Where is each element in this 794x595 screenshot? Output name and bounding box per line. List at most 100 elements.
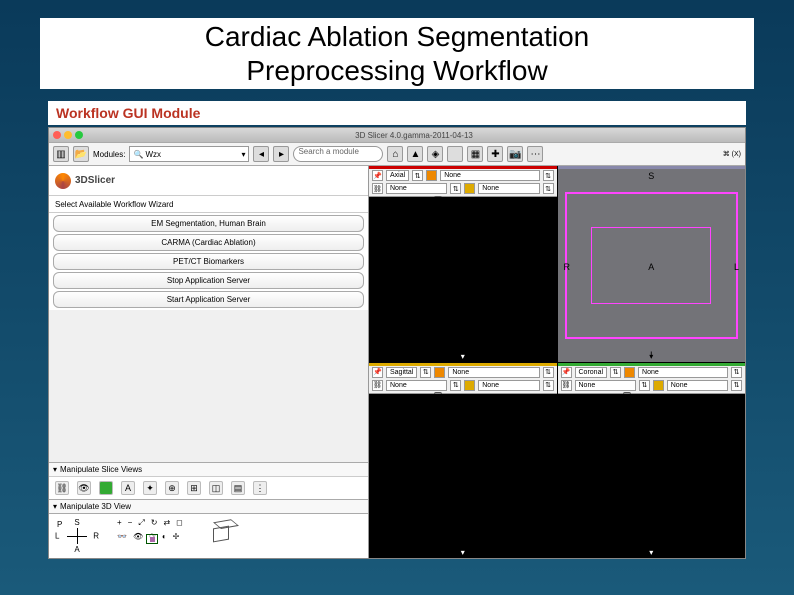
home-icon[interactable]: ⌂ — [387, 146, 403, 162]
modules-label: Modules: — [93, 150, 125, 159]
viewport-sagittal[interactable]: 📌 Sagittal ⇅ None ⇅ ⛓ None ⇅ No — [369, 363, 557, 559]
step-icon[interactable]: ⇅ — [420, 367, 431, 378]
fg-select[interactable]: None — [478, 183, 539, 194]
bg-select[interactable]: None — [575, 380, 636, 391]
bg-select[interactable]: None — [386, 380, 447, 391]
link-icon[interactable]: ⛓ — [55, 481, 69, 495]
visibility-icon[interactable]: 👁 — [133, 532, 143, 541]
link-icon[interactable]: ⛓ — [561, 380, 572, 391]
wizard-item-carma[interactable]: CARMA (Cardiac Ablation) — [53, 234, 364, 251]
label-layer-icon[interactable] — [434, 367, 445, 378]
plane-select[interactable]: Axial — [386, 170, 409, 181]
chevron-down-icon: ▾ — [53, 465, 57, 474]
label-l: L — [734, 262, 739, 272]
volume-icon[interactable]: ◈ — [427, 146, 443, 162]
lookfrom-icon[interactable]: ⤢ — [138, 518, 144, 528]
rotate-icon[interactable]: ↻ — [151, 518, 158, 528]
fg-select[interactable]: None — [478, 380, 539, 391]
link-icon[interactable]: ⛓ — [372, 380, 383, 391]
fit-icon[interactable]: ◫ — [209, 481, 223, 495]
zoom-in-icon[interactable]: + — [117, 518, 122, 528]
label-layer-icon[interactable] — [624, 367, 635, 378]
step-icon[interactable]: ⇅ — [543, 380, 554, 391]
chevron-down-icon[interactable]: ▾ — [649, 352, 653, 361]
models-icon[interactable]: ▲ — [407, 146, 423, 162]
step-icon[interactable]: ⇅ — [450, 380, 461, 391]
zoom-out-icon[interactable]: − — [128, 518, 133, 528]
plane-select[interactable]: Coronal — [575, 367, 608, 378]
spacing-icon[interactable]: ⋮ — [253, 481, 267, 495]
pin-icon[interactable]: 📌 — [372, 367, 383, 378]
step-icon[interactable]: ⇅ — [639, 380, 650, 391]
axes-icon[interactable]: ✢ — [173, 532, 180, 541]
step-icon[interactable]: ⇅ — [412, 170, 423, 181]
fg-select[interactable]: None — [667, 380, 728, 391]
orientation-compass[interactable]: S A L R P — [55, 518, 99, 554]
slide-title: Cardiac Ablation Segmentation Preprocess… — [0, 0, 794, 97]
label-select[interactable]: None — [448, 367, 539, 378]
fg-layer-icon[interactable] — [464, 380, 475, 391]
link-icon[interactable]: ⛓ — [372, 183, 383, 194]
close-icon[interactable] — [53, 131, 61, 139]
app-window: 3D Slicer 4.0.gamma-2011-04-13 ▥ 📂 Modul… — [48, 127, 746, 559]
minimize-icon[interactable] — [64, 131, 72, 139]
step-icon[interactable]: ⇅ — [543, 170, 554, 181]
annotation-icon[interactable]: A — [121, 481, 135, 495]
center-icon[interactable]: ⊞ — [187, 481, 201, 495]
label-select[interactable]: None — [638, 367, 728, 378]
module-selector[interactable]: 🔍Wzx▾ — [129, 146, 249, 162]
load-scene-icon[interactable]: ▥ — [53, 146, 69, 162]
window-titlebar: 3D Slicer 4.0.gamma-2011-04-13 — [49, 128, 745, 142]
chevron-down-icon[interactable]: ▾ — [461, 352, 465, 361]
plane-select[interactable]: Sagittal — [386, 367, 417, 378]
label-select[interactable]: None — [440, 170, 539, 181]
fg-layer-icon[interactable] — [653, 380, 664, 391]
back-icon[interactable]: ◂ — [253, 146, 269, 162]
chevron-down-icon[interactable]: ▾ — [461, 548, 465, 557]
label-s: S — [648, 171, 654, 181]
fg-layer-icon[interactable] — [464, 183, 475, 194]
window-title: 3D Slicer 4.0.gamma-2011-04-13 — [87, 131, 741, 140]
rock-icon[interactable]: ⇄ — [163, 518, 170, 528]
bg-color-icon[interactable]: ◐ — [162, 532, 167, 541]
green-dot-icon[interactable] — [99, 481, 113, 495]
view-cube[interactable] — [201, 518, 241, 550]
step-icon[interactable]: ⇅ — [543, 367, 554, 378]
viewport-coronal[interactable]: 📌 Coronal ⇅ None ⇅ ⛓ None ⇅ Non — [558, 363, 746, 559]
viewport-3d[interactable]: S R A L I ▾ — [558, 166, 746, 362]
step-icon[interactable]: ⇅ — [731, 380, 742, 391]
step-icon[interactable]: ⇅ — [450, 183, 461, 194]
step-icon[interactable]: ⇅ — [543, 183, 554, 194]
wizard-list: EM Segmentation, Human Brain CARMA (Card… — [49, 213, 368, 310]
slice-views-section[interactable]: ▾ Manipulate Slice Views — [49, 462, 368, 476]
wizard-item-start[interactable]: Start Application Server — [53, 291, 364, 308]
step-icon[interactable]: ⇅ — [610, 367, 621, 378]
wizard-item-stop[interactable]: Stop Application Server — [53, 272, 364, 289]
more-icon[interactable]: ⋯ — [527, 146, 543, 162]
chevron-down-icon: ▾ — [53, 502, 57, 511]
eye-icon[interactable]: 👁 — [77, 481, 91, 495]
origin-icon[interactable]: ⊕ — [165, 481, 179, 495]
pin-icon[interactable]: 📌 — [561, 367, 572, 378]
pin-icon[interactable]: 📌 — [372, 170, 383, 181]
compass-icon[interactable]: ✦ — [143, 481, 157, 495]
open-icon[interactable]: 📂 — [73, 146, 89, 162]
stereo-icon[interactable]: 👓 — [117, 532, 127, 541]
search-input[interactable]: Search a module — [293, 146, 383, 162]
ortho-icon[interactable]: ◻ — [176, 518, 183, 528]
red-slice-icon[interactable] — [447, 146, 463, 162]
zoom-icon[interactable] — [75, 131, 83, 139]
3d-view-section[interactable]: ▾ Manipulate 3D View — [49, 499, 368, 513]
bg-select[interactable]: None — [386, 183, 447, 194]
forward-icon[interactable]: ▸ — [273, 146, 289, 162]
label-layer-icon[interactable] — [426, 170, 437, 181]
screenshot-icon[interactable]: 📷 — [507, 146, 523, 162]
wizard-item-em[interactable]: EM Segmentation, Human Brain — [53, 215, 364, 232]
viewport-axial[interactable]: 📌 Axial ⇅ None ⇅ ⛓ None ⇅ None — [369, 166, 557, 362]
crosshair-icon[interactable]: ✚ — [487, 146, 503, 162]
chevron-down-icon[interactable]: ▾ — [649, 548, 653, 557]
layout-icon[interactable]: ▦ — [467, 146, 483, 162]
labels-icon[interactable]: ▤ — [231, 481, 245, 495]
step-icon[interactable]: ⇅ — [731, 367, 742, 378]
wizard-item-petct[interactable]: PET/CT Biomarkers — [53, 253, 364, 270]
